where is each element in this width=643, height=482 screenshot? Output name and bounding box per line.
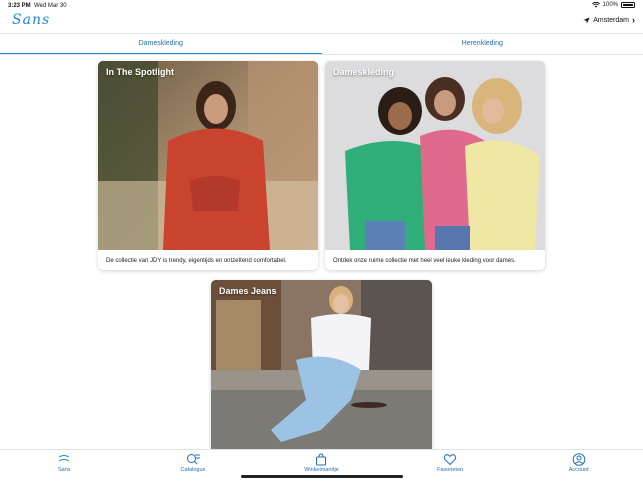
tab-label: Account (568, 467, 589, 473)
tab-account[interactable]: Account (514, 450, 643, 482)
tab-favorieten[interactable]: Favorieten (386, 450, 515, 482)
battery-fill (623, 4, 633, 6)
card-description: Ontdek onze ruime collectie met heel vee… (333, 258, 516, 264)
location-selector[interactable]: Amsterdam › (583, 15, 635, 25)
sans-logo-icon (59, 455, 70, 462)
card-title: In The Spotlight (106, 67, 174, 77)
card-image-dameskleding (325, 61, 545, 250)
tab-herenkleding[interactable]: Herenkleding (322, 34, 643, 55)
category-tabs: Dameskleding Herenkleding (0, 33, 643, 55)
card-image-dames-jeans (211, 280, 432, 450)
status-right: 100% (591, 2, 635, 8)
search-list-icon (186, 454, 200, 465)
location-arrow-icon (583, 17, 590, 24)
battery-icon (621, 2, 635, 8)
card-dames-jeans[interactable]: Dames Jeans (211, 280, 432, 450)
card-description: De collectie van JDY is trendy, eigentij… (106, 258, 287, 264)
tab-label: Winkelmandje (304, 467, 339, 473)
tab-dameskleding[interactable]: Dameskleding (0, 34, 322, 55)
tab-sans[interactable]: Sans (0, 450, 129, 482)
location-label: Amsterdam (593, 17, 629, 24)
home-indicator[interactable] (241, 475, 403, 478)
wifi-icon (591, 2, 600, 8)
shopping-bag-icon (316, 453, 327, 466)
card-image-spotlight (98, 61, 318, 250)
card-in-the-spotlight[interactable]: In The Spotlight De collectie van JDY is… (98, 61, 318, 270)
card-title: Dameskleding (333, 67, 395, 77)
chevron-right-icon: › (632, 15, 635, 25)
status-bar: 3:23 PM Wed Mar 30 100% (0, 0, 643, 12)
tab-label: Favorieten (437, 467, 464, 473)
status-date: Wed Mar 30 (34, 3, 67, 9)
card-title: Dames Jeans (219, 286, 277, 296)
user-circle-icon (572, 453, 585, 466)
sans-logo[interactable]: Sans (12, 12, 50, 28)
heart-icon (443, 454, 457, 466)
tab-label: Catalogus (180, 467, 206, 473)
status-time: 3:23 PM (8, 3, 31, 9)
app-header: Sans Amsterdam › (0, 12, 643, 34)
battery-percent: 100% (602, 2, 618, 8)
tab-catalogus[interactable]: Catalogus (129, 450, 258, 482)
tab-label: Sans (58, 467, 71, 473)
card-dameskleding[interactable]: Dameskleding Ontdek onze ruime collectie… (325, 61, 545, 270)
tabs-divider (0, 54, 643, 55)
